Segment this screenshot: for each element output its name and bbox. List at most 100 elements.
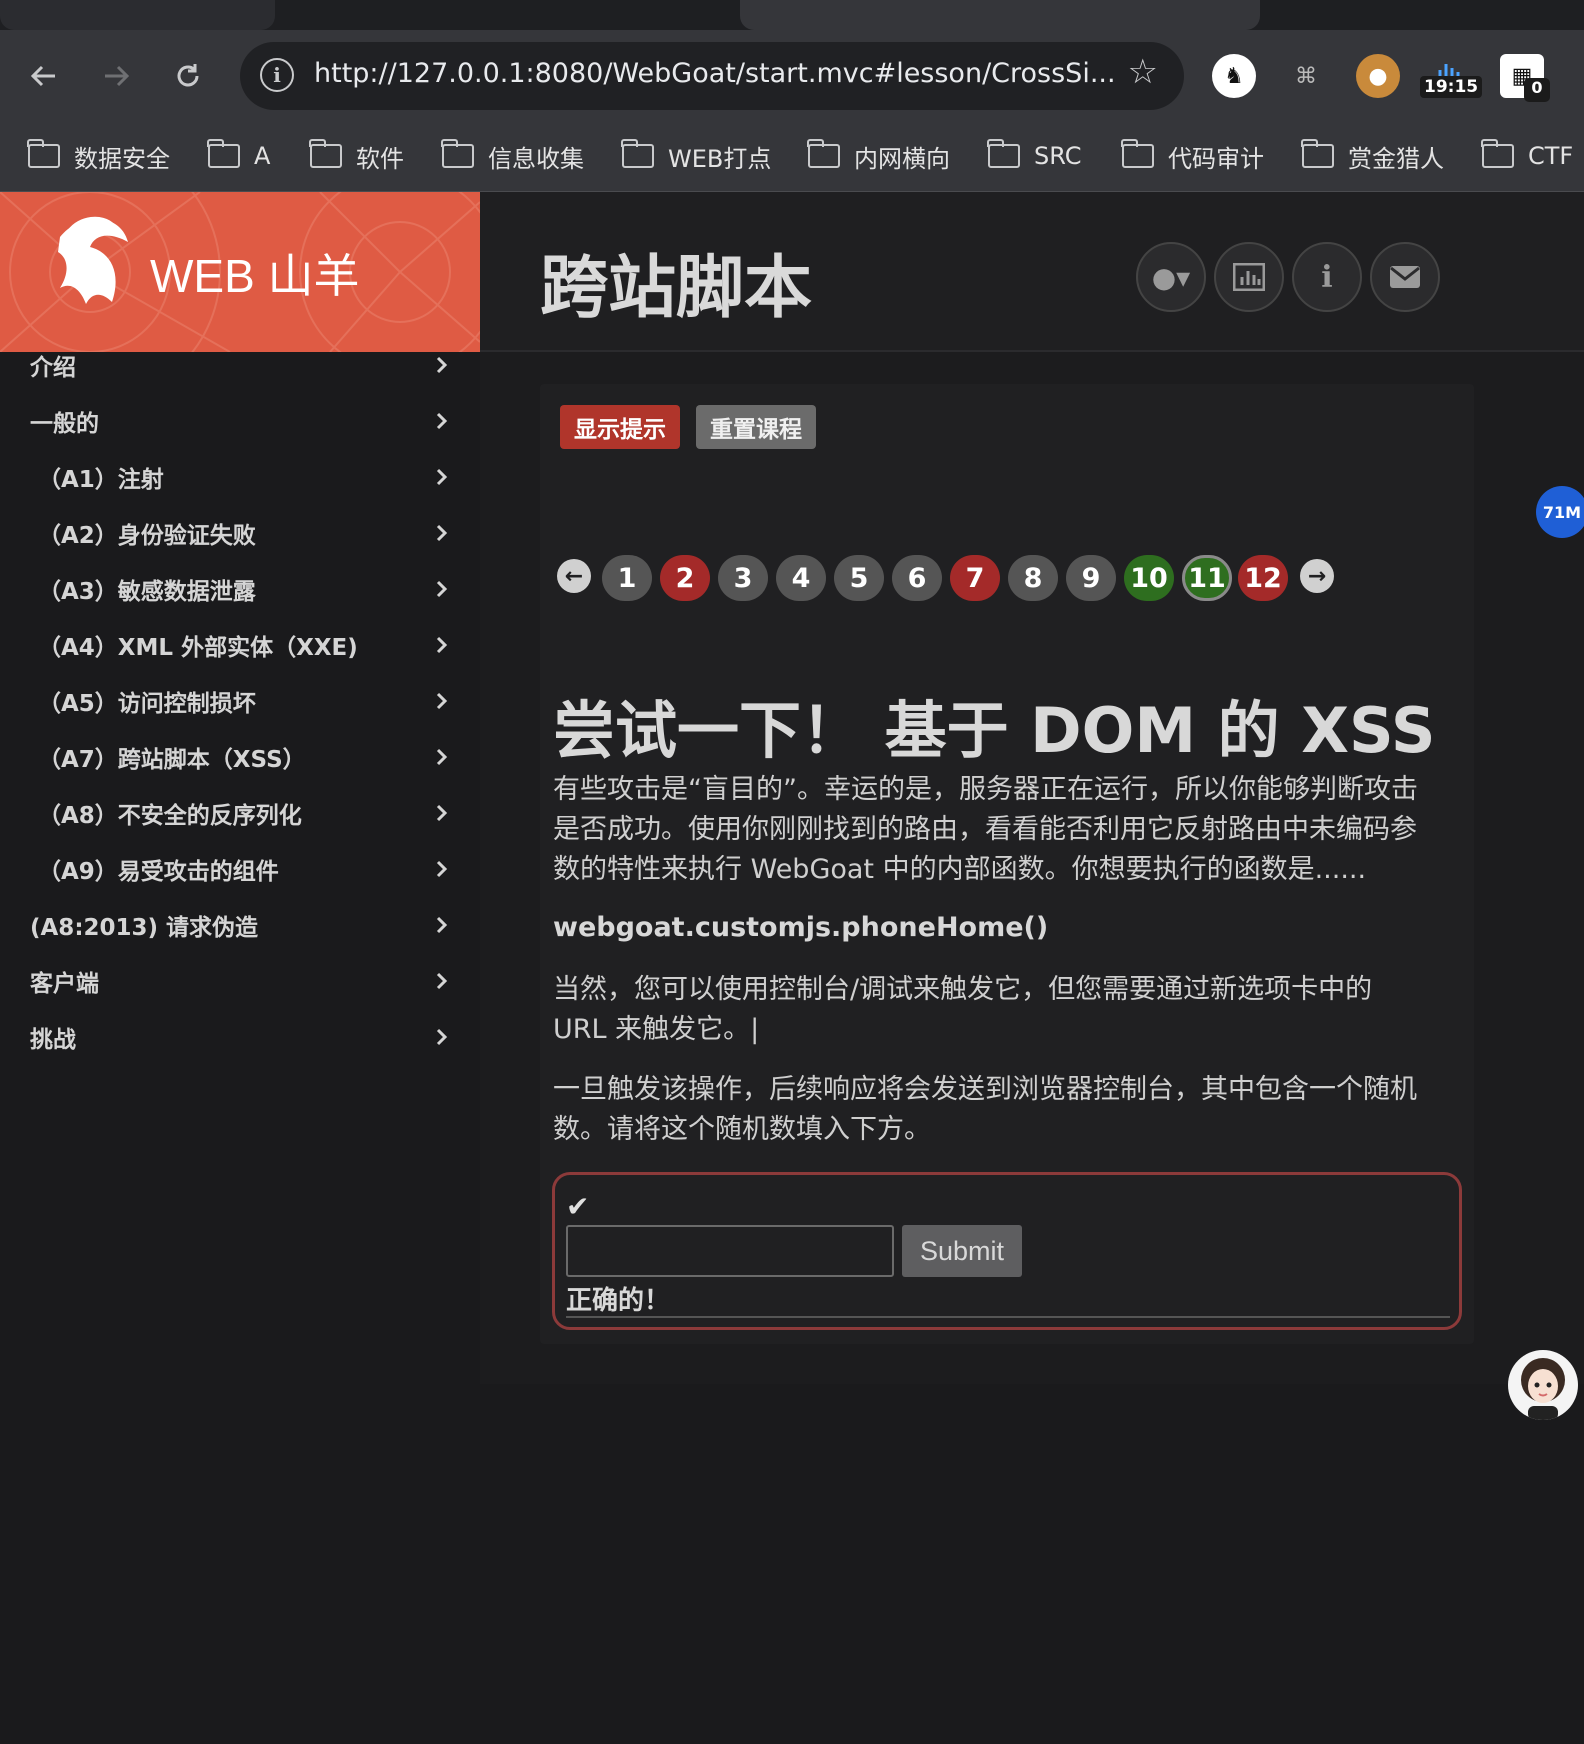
contact-button[interactable] — [1370, 242, 1440, 312]
user-menu-button[interactable]: ●▾ — [1136, 242, 1206, 312]
lesson-page-button[interactable]: 4 — [776, 555, 826, 601]
lesson-page-button[interactable]: 10 — [1124, 555, 1174, 601]
url-text[interactable]: http://127.0.0.1:8080/WebGoat/start.mvc#… — [314, 58, 1116, 89]
lesson-page-button[interactable]: 8 — [1008, 555, 1058, 601]
sidebar-item[interactable]: （A3）敏感数据泄露 — [0, 561, 480, 617]
address-bar[interactable]: i http://127.0.0.1:8080/WebGoat/start.mv… — [240, 42, 1184, 110]
sidebar-item[interactable]: (A8:2013) 请求伪造 — [0, 897, 480, 953]
chevron-right-icon — [436, 804, 448, 822]
bookmark-folder[interactable]: 内网横向 — [807, 136, 950, 176]
previous-page-icon[interactable]: ← — [557, 559, 591, 593]
sidebar-item-label: （A3）敏感数据泄露 — [38, 579, 256, 605]
browser-tab-active[interactable] — [740, 0, 1260, 30]
page-title: 跨站脚本 — [540, 249, 813, 328]
lesson-page-button[interactable]: 1 — [602, 555, 652, 601]
bookmark-folder[interactable]: 赏金猎人 — [1301, 136, 1444, 176]
lesson-page-button[interactable]: 6 — [892, 555, 942, 601]
sidebar-item-label: （A1）注射 — [38, 467, 164, 493]
sidebar-item[interactable]: （A4）XML 外部实体（XXE) — [0, 617, 480, 673]
page-header: 跨站脚本 ●▾ i — [480, 192, 1584, 352]
goat-logo-icon — [58, 216, 128, 304]
lesson-page-button[interactable]: 9 — [1066, 555, 1116, 601]
reload-icon[interactable] — [164, 52, 212, 100]
sidebar-item[interactable]: （A8）不安全的反序列化 — [0, 785, 480, 841]
bookmark-folder[interactable]: 软件 — [309, 136, 404, 176]
sidebar-item[interactable]: （A2）身份验证失败 — [0, 505, 480, 561]
bookmark-folder[interactable]: A — [207, 136, 270, 176]
lesson-page-button[interactable]: 2 — [660, 555, 710, 601]
sidebar-item[interactable]: 一般的 — [0, 393, 480, 449]
chevron-right-icon — [436, 692, 448, 710]
report-card-button[interactable] — [1214, 242, 1284, 312]
bookmark-folder[interactable]: 代码审计 — [1121, 136, 1264, 176]
submit-button[interactable]: Submit — [902, 1225, 1022, 1277]
extension-command-icon[interactable]: ⌘ — [1284, 54, 1328, 98]
sidebar-item[interactable]: （A9）易受攻击的组件 — [0, 841, 480, 897]
lesson-page-button[interactable]: 7 — [950, 555, 1000, 601]
bookmark-folder[interactable]: WEB打点 — [621, 136, 771, 176]
sidebar-item-label: 介绍 — [30, 355, 76, 381]
forward-icon[interactable] — [92, 52, 140, 100]
lesson-paragraph: 有些攻击是“盲目的”。幸运的是，服务器正在运行，所以你能够判断攻击 是否成功。使… — [553, 774, 1418, 885]
bookmark-star-icon[interactable]: ☆ — [1128, 52, 1158, 92]
sidebar-item-label: （A4）XML 外部实体（XXE) — [38, 635, 358, 661]
floating-memory-chip[interactable]: 71M — [1536, 486, 1584, 538]
folder-icon — [441, 139, 474, 168]
sidebar-item-label: （A8）不安全的反序列化 — [38, 803, 302, 829]
bar-chart-icon — [1233, 263, 1265, 291]
chevron-right-icon — [436, 412, 448, 430]
lesson-page-button[interactable]: 3 — [718, 555, 768, 601]
lesson-page-button[interactable]: 11 — [1182, 555, 1232, 601]
checkmark-icon: ✔ — [566, 1190, 590, 1223]
folder-icon — [621, 139, 654, 168]
show-hints-button[interactable]: 显示提示 — [560, 405, 680, 449]
chevron-right-icon — [436, 1028, 448, 1046]
site-info-icon[interactable]: i — [260, 58, 294, 92]
folder-icon — [1481, 139, 1514, 168]
bookmark-folder[interactable]: 数据安全 — [27, 136, 170, 176]
lesson-page-button[interactable]: 12 — [1238, 555, 1288, 601]
extension-badge: 0 — [1524, 78, 1550, 102]
feedback-message: 正确的！ — [566, 1286, 671, 1316]
chevron-right-icon — [436, 748, 448, 766]
chevron-right-icon — [436, 860, 448, 878]
bookmark-folder[interactable]: CTF — [1481, 136, 1573, 176]
bookmark-folder[interactable]: SRC — [987, 136, 1081, 176]
sidebar-item-label: （A9）易受攻击的组件 — [38, 859, 279, 885]
browser-tab[interactable] — [0, 0, 275, 30]
chevron-right-icon — [436, 580, 448, 598]
answer-input[interactable] — [566, 1225, 894, 1277]
folder-icon — [1121, 139, 1154, 168]
brand-title: WEB 山羊 — [150, 250, 360, 302]
lesson-paragraph: 当然，您可以使用控制台/调试来触发它，但您需要通过新选项卡中的 URL 来触发它… — [553, 974, 1373, 1045]
sidebar-item[interactable]: （A1）注射 — [0, 449, 480, 505]
app-brand[interactable]: WEB 山羊 — [0, 192, 480, 352]
folder-icon — [207, 139, 240, 168]
sidebar-item[interactable]: （A5）访问控制损坏 — [0, 673, 480, 729]
chevron-right-icon — [436, 972, 448, 990]
sidebar-item-label: （A2）身份验证失败 — [38, 523, 256, 549]
sidebar-item-label: 客户端 — [30, 971, 99, 997]
browser-tab-strip — [0, 0, 1584, 30]
avatar-face-icon — [1521, 1358, 1565, 1420]
sidebar-item[interactable]: 挑战 — [0, 1009, 480, 1065]
folder-icon — [1301, 139, 1334, 168]
user-icon: ●▾ — [1151, 260, 1191, 294]
lesson-page-button[interactable]: 5 — [834, 555, 884, 601]
bookmark-folder[interactable]: 信息收集 — [441, 136, 584, 176]
chevron-right-icon — [436, 356, 448, 374]
chevron-right-icon — [436, 636, 448, 654]
function-name: webgoat.customjs.phoneHome() — [553, 912, 1049, 943]
extension-cookie-icon[interactable]: ● — [1356, 54, 1400, 98]
sidebar-item-label: （A7）跨站脚本（XSS） — [38, 747, 306, 773]
about-button[interactable]: i — [1292, 242, 1362, 312]
reset-lesson-button[interactable]: 重置课程 — [696, 405, 816, 449]
assistant-avatar[interactable] — [1508, 1350, 1578, 1420]
bookmarks-bar: 数据安全 A 软件 信息收集 WEB打点 内网横向 SRC 代码审计 赏金猎人 … — [0, 122, 1584, 192]
back-icon[interactable] — [20, 52, 68, 100]
extension-goat-icon[interactable]: ♞ — [1212, 54, 1256, 98]
sidebar-item[interactable]: 客户端 — [0, 953, 480, 1009]
next-page-icon[interactable]: → — [1300, 559, 1334, 593]
sidebar-item[interactable]: 介绍 — [0, 337, 480, 393]
sidebar-item[interactable]: （A7）跨站脚本（XSS） — [0, 729, 480, 785]
